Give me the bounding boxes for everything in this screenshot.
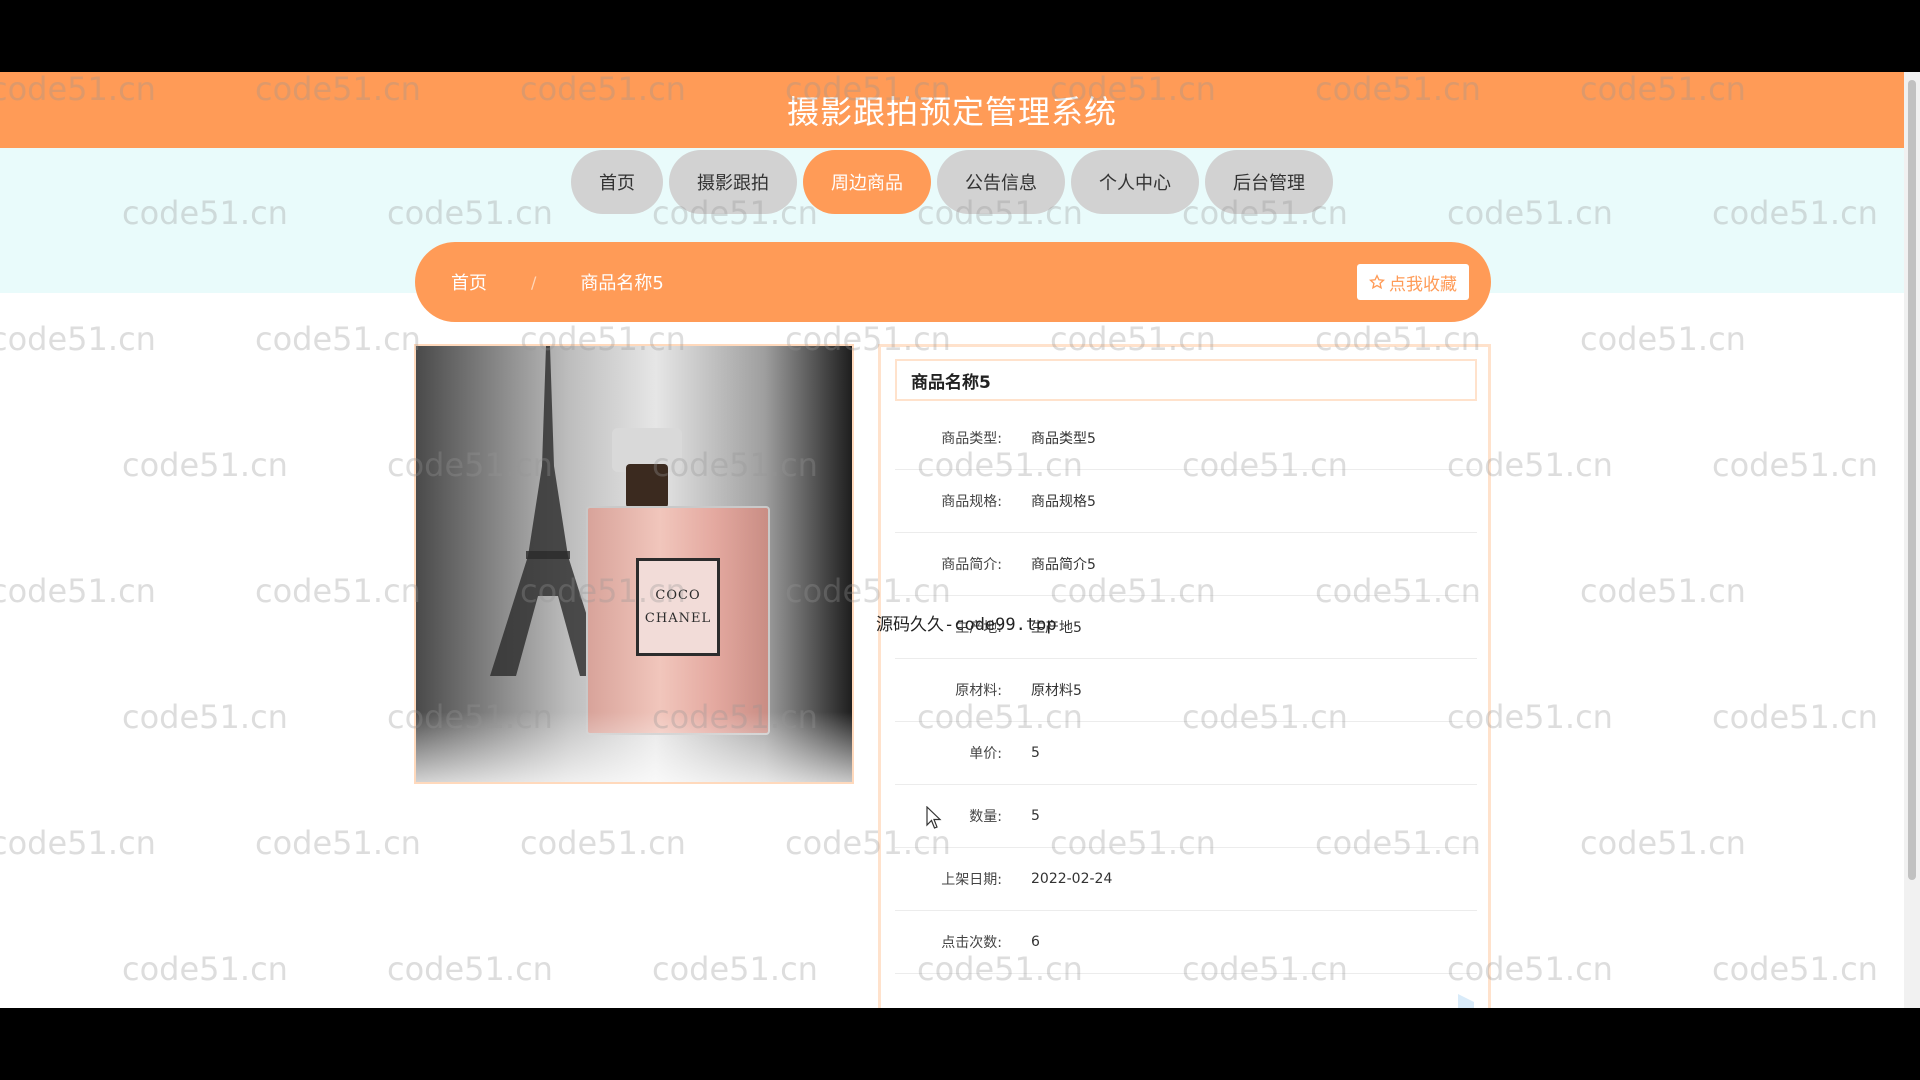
field-label: 单价: [969,746,1002,762]
field-label: 数量: [969,809,1002,825]
nav-item-home[interactable]: 首页 [571,150,663,214]
site-header: 摄影跟拍预定管理系统 [0,72,1904,148]
watermark: code51.cn [520,824,686,862]
product-detail-panel: 商品名称5 商品类型: 商品类型5 商品规格: 商品规格5 商品简介: 商品简介… [878,344,1491,1008]
breadcrumb-current: 商品名称5 [580,273,664,294]
watermark: code51.cn [1580,572,1746,610]
watermark: code51.cn [1712,950,1878,988]
field-value: 商品规格5 [1031,494,1096,510]
field-value: 6 [1031,934,1040,950]
breadcrumb-separator: / [531,272,537,292]
perfume-bottle: COCO CHANEL [586,506,770,735]
watermark: code51.cn [122,950,288,988]
field-label: 商品简介: [941,557,1002,573]
nav-item-admin[interactable]: 后台管理 [1205,150,1333,214]
watermark: code51.cn [1712,698,1878,736]
watermark: code51.cn [1712,446,1878,484]
bottle-label: COCO CHANEL [636,558,720,656]
scrollbar-thumb[interactable] [1908,80,1916,880]
field-label: 商品类型: [941,431,1002,447]
favorite-button-label: 点我收藏 [1389,274,1457,295]
nav-item-photography[interactable]: 摄影跟拍 [669,150,797,214]
watermark: code51.cn [0,824,156,862]
breadcrumb: 首页 / 商品名称5 点我收藏 [415,242,1491,322]
field-label: 上架日期: [941,872,1002,888]
overlay-watermark-text: 源码久久-code99.top [876,615,1057,635]
chat-widget-icon[interactable] [1450,992,1514,1008]
watermark: code51.cn [0,320,156,358]
field-value: 商品简介5 [1031,557,1096,573]
nav-item-announcements[interactable]: 公告信息 [937,150,1065,214]
site-title: 摄影跟拍预定管理系统 [786,93,1117,131]
detail-row-quantity: 数量: 5 [895,785,1477,848]
watermark: code51.cn [652,950,818,988]
detail-row-price: 单价: 5 [895,722,1477,785]
bottle-label-bottom: CHANEL [644,611,712,626]
watermark: code51.cn [1580,320,1746,358]
detail-row-listing-date: 上架日期: 2022-02-24 [895,848,1477,911]
field-value: 商品类型5 [1031,431,1096,447]
star-outline-icon [1369,274,1385,290]
field-label: 点击次数: [941,935,1002,951]
field-value: 2022-02-24 [1031,871,1113,887]
detail-row-click-count: 点击次数: 6 [895,911,1477,974]
field-value: 5 [1031,745,1040,761]
watermark: code51.cn [1580,824,1746,862]
field-label: 原材料: [955,683,1002,699]
watermark: code51.cn [255,824,421,862]
detail-row-spec: 商品规格: 商品规格5 [895,470,1477,533]
favorite-button[interactable]: 点我收藏 [1357,264,1469,300]
product-fields: 商品类型: 商品类型5 商品规格: 商品规格5 商品简介: 商品简介5 生产地:… [895,407,1477,974]
nav-item-personal-center[interactable]: 个人中心 [1071,150,1199,214]
field-label: 商品规格: [941,494,1002,510]
detail-row-description: 商品简介: 商品简介5 [895,533,1477,596]
detail-row-type: 商品类型: 商品类型5 [895,407,1477,470]
watermark: code51.cn [122,446,288,484]
watermark: code51.cn [255,572,421,610]
field-value: 原材料5 [1031,683,1082,699]
bottle-neck [626,464,668,508]
watermark: code51.cn [122,698,288,736]
bottle-label-top: COCO [655,588,701,603]
field-value: 5 [1031,808,1040,824]
vertical-scrollbar[interactable] [1904,72,1920,1008]
mouse-cursor-icon [926,806,942,829]
image-reflection [416,712,852,782]
product-image: COCO CHANEL [414,344,854,784]
product-title: 商品名称5 [895,359,1477,401]
breadcrumb-home-link[interactable]: 首页 [451,269,487,295]
watermark: code51.cn [0,572,156,610]
nav-item-merchandise[interactable]: 周边商品 [803,150,931,214]
watermark: code51.cn [387,950,553,988]
main-nav: 首页 摄影跟拍 周边商品 公告信息 个人中心 后台管理 [0,150,1904,214]
watermark: code51.cn [255,320,421,358]
browser-viewport: 摄影跟拍预定管理系统 首页 摄影跟拍 周边商品 公告信息 个人中心 后台管理 首… [0,72,1920,1008]
detail-row-material: 原材料: 原材料5 [895,659,1477,722]
